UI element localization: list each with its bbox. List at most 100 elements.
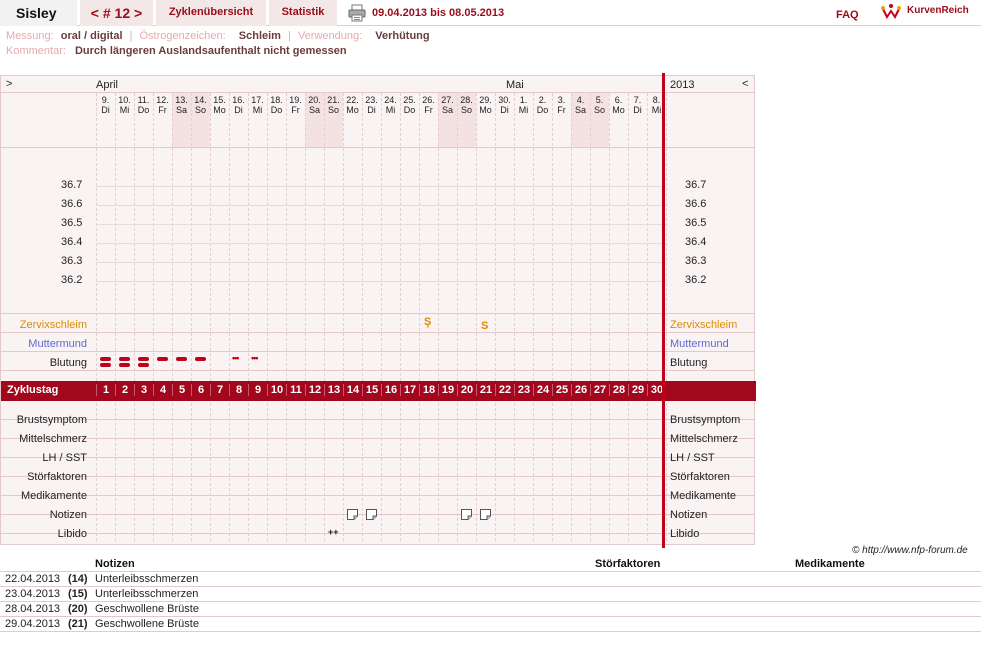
grid-line	[590, 93, 591, 541]
day-weekday: Sa	[441, 105, 453, 115]
day-date: 1.	[519, 95, 528, 105]
grid-line	[324, 93, 325, 541]
day-weekday: Sa	[574, 105, 586, 115]
day-weekday: Di	[101, 105, 110, 115]
note-icon[interactable]	[461, 509, 472, 520]
temp-tick-right: 36.3	[685, 255, 707, 267]
bleeding-spotting-mark: •••	[251, 353, 259, 363]
grid-line	[476, 93, 477, 541]
bleeding-spotting-mark: •••	[232, 353, 240, 363]
bleeding-heavy-mark	[119, 363, 130, 367]
kommentar-label: Kommentar:	[6, 45, 66, 57]
row-label-libido: Libido	[57, 528, 87, 540]
tab-statistik[interactable]: Statistik	[269, 0, 337, 26]
day-weekday: Di	[633, 105, 642, 115]
verwendung-label: Verwendung:	[297, 30, 363, 42]
day-weekday: Fr	[424, 105, 433, 115]
cycle-day-label: Zyklustag	[7, 384, 59, 396]
grid-line	[1, 332, 754, 333]
bleeding-heavy-mark	[100, 357, 111, 361]
note-cycle-day: (14)	[68, 573, 88, 585]
day-date: 17.	[251, 95, 264, 105]
measurement-info: Messung: oral / digital | Östrogenzeiche…	[6, 30, 430, 42]
note-date: 28.04.2013	[5, 603, 61, 615]
grid-line	[229, 93, 230, 541]
day-weekday: Fr	[158, 105, 167, 115]
row-label-notizen: Notizen	[49, 509, 87, 521]
day-date: 24.	[384, 95, 397, 105]
cycle-navigator[interactable]: < # 12 >	[80, 0, 153, 26]
note-icon[interactable]	[366, 509, 377, 520]
temp-tick-right: 36.7	[685, 179, 707, 191]
grid-line	[210, 93, 211, 541]
grid-line	[552, 93, 553, 541]
day-weekday: So	[460, 105, 472, 115]
note-text: Geschwollene Brüste	[95, 618, 199, 630]
kommentar-value: Durch längeren Auslandsaufenthalt nicht …	[74, 45, 347, 57]
grid-line	[571, 93, 572, 541]
grid-line	[1, 438, 754, 439]
day-date: 12.	[156, 95, 169, 105]
grid-line	[1, 351, 754, 352]
month-label: April	[96, 79, 119, 91]
grid-line	[400, 93, 401, 541]
cycle-day-number: 9	[248, 384, 267, 396]
bleeding-medium-mark	[195, 357, 206, 361]
printer-icon[interactable]	[348, 4, 366, 22]
cycle-day-number: 27	[590, 384, 609, 396]
grid-line	[533, 93, 534, 541]
day-weekday: Mo	[612, 105, 625, 115]
day-date: 23.	[365, 95, 378, 105]
day-date: 26.	[422, 95, 435, 105]
separator: |	[129, 30, 133, 42]
day-date: 29.	[479, 95, 492, 105]
cycle-day-number: 22	[495, 384, 514, 396]
cycle-day-number: 2	[115, 384, 134, 396]
cycle-day-number: 23	[514, 384, 533, 396]
date-range: 09.04.2013 bis 08.05.2013	[372, 7, 505, 19]
day-weekday: Mo	[346, 105, 359, 115]
day-weekday: Mi	[385, 105, 396, 115]
cycle-day-number: 12	[305, 384, 324, 396]
col-medikamente: Medikamente	[795, 558, 865, 570]
nav-prev-button[interactable]: >	[6, 78, 12, 90]
bleeding-medium-mark	[157, 357, 168, 361]
day-date: 25.	[403, 95, 416, 105]
cycle-day-number: 28	[609, 384, 628, 396]
cycle-day-number: 3	[134, 384, 153, 396]
temp-tick-left: 36.3	[61, 255, 83, 267]
day-weekday: Fr	[557, 105, 566, 115]
day-weekday: Di	[500, 105, 509, 115]
kurvenreich-logo-icon[interactable]	[881, 3, 901, 21]
cycle-day-number: 25	[552, 384, 571, 396]
brand-name[interactable]: KurvenReich	[907, 5, 969, 16]
note-icon[interactable]	[347, 509, 358, 520]
notes-table-row: 29.04.2013 (21) Geschwollene Brüste	[0, 616, 981, 631]
grid-line	[1, 419, 754, 420]
grid-line	[1, 92, 754, 93]
grid-line	[96, 93, 97, 541]
cycle-day-number: 29	[628, 384, 647, 396]
row-label-zervixschleim: Zervixschleim	[19, 319, 87, 331]
notes-table-row: 22.04.2013 (14) Unterleibsschmerzen	[0, 571, 981, 586]
cervix-mark: S	[481, 320, 489, 332]
grid-line	[305, 93, 306, 541]
row-label-right-störfaktoren: Störfaktoren	[670, 471, 730, 483]
temp-tick-left: 36.2	[61, 274, 83, 286]
grid-line	[1, 370, 754, 371]
day-date: 21.	[327, 95, 340, 105]
grid-line	[381, 93, 382, 541]
day-weekday: Do	[403, 105, 416, 115]
day-date: 5.	[595, 95, 604, 105]
nav-next-button[interactable]: <	[742, 78, 748, 90]
cycle-day-number: 19	[438, 384, 457, 396]
cycle-day-number: 7	[210, 384, 229, 396]
day-date: 15.	[213, 95, 226, 105]
faq-link[interactable]: FAQ	[836, 9, 859, 21]
day-weekday: Mi	[252, 105, 263, 115]
temp-grid-line	[96, 243, 666, 244]
tab-zyklenuebersicht[interactable]: Zyklenübersicht	[156, 0, 266, 26]
grid-line	[647, 93, 648, 541]
day-date: 3.	[557, 95, 566, 105]
note-icon[interactable]	[480, 509, 491, 520]
